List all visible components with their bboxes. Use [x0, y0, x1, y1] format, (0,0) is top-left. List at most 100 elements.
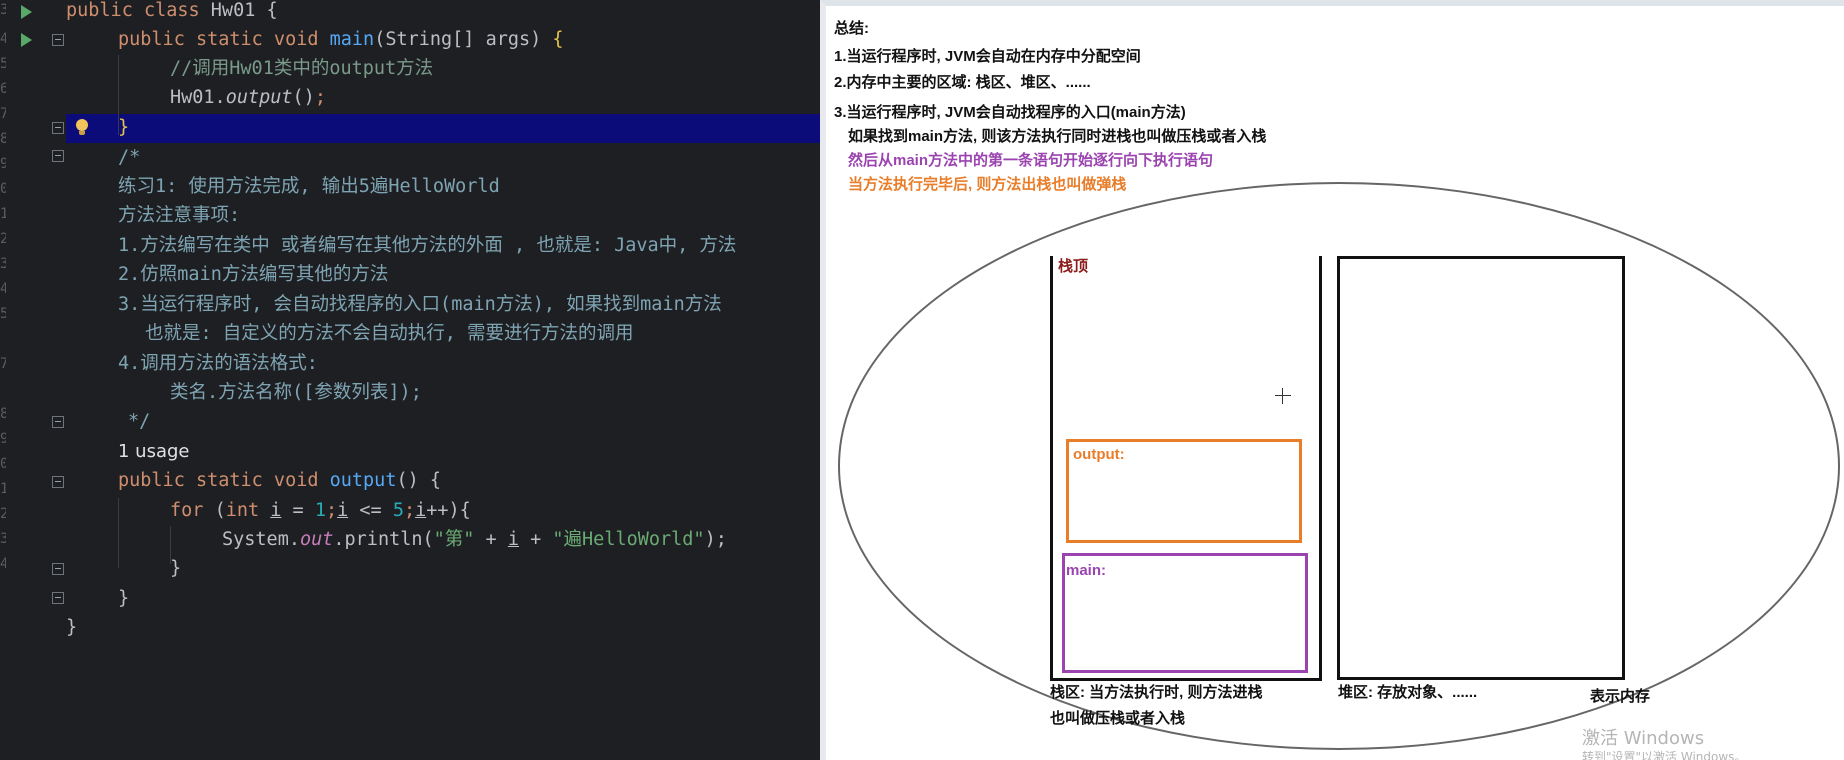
fold-icon[interactable] [52, 122, 64, 134]
code-text: = [281, 500, 315, 521]
keyword: for [170, 500, 215, 521]
fold-icon[interactable] [52, 34, 64, 46]
summary-point-3-sub-3: 当方法执行完毕后, 则方法出栈也叫做弹栈 [848, 176, 1127, 193]
code-text: <= [348, 500, 393, 521]
indent-guide [118, 498, 119, 568]
code-text: ++){ [426, 500, 471, 521]
fold-icon[interactable] [52, 416, 64, 428]
stack-frame-main: main: [1062, 553, 1308, 673]
code-text: () [292, 87, 315, 108]
stack-caption-line-2: 也叫做压栈或者入栈 [1050, 710, 1186, 727]
run-main-icon[interactable] [21, 33, 32, 47]
summary-point-3: 3.当运行程序时, JVM会自动找程序的入口(main方法) [834, 104, 1186, 121]
number: 1 [314, 500, 326, 521]
code-line: 方法注意事项: [118, 201, 240, 230]
code-line: } [118, 113, 129, 142]
code-line: } [66, 613, 77, 642]
comment: 也就是: 自定义的方法不会自动执行, 需要进行方法的调用 [145, 323, 634, 344]
keyword: int [225, 500, 271, 521]
code-line: /* [118, 143, 140, 172]
code-text: () { [396, 470, 442, 491]
semicolon: ; [403, 500, 416, 521]
code-text: + [518, 529, 553, 550]
comment: 类名.方法名称([参数列表]); [170, 382, 422, 403]
code-line: for (int i = 1;i <= 5;i++){ [170, 496, 471, 525]
summary-title: 总结: [834, 20, 869, 37]
line-number: 3 [0, 2, 6, 18]
method-name: output [329, 470, 397, 491]
string: "第" [433, 529, 475, 550]
stack-top-label: 栈顶 [1058, 258, 1089, 275]
frame-output-label: output: [1073, 446, 1125, 463]
summary-point-3-sub-1: 如果找到main方法, 则该方法执行同时进栈也叫做压栈或者入栈 [848, 128, 1267, 145]
fold-icon[interactable] [52, 476, 64, 488]
code-text: System. [222, 529, 300, 550]
brace: } [118, 117, 130, 138]
line-gutter: 3 4 5 6 7 8 9 0 1 2 3 4 5 7 8 9 0 1 2 3 … [0, 0, 66, 760]
comment: 2.仿照main方法编写其他的方法 [118, 264, 389, 285]
semicolon: ; [314, 87, 326, 108]
brace: } [118, 588, 130, 609]
code-line: 练习1: 使用方法完成, 输出5遍HelloWorld [118, 172, 500, 201]
stack-wall-right [1319, 256, 1322, 680]
code-line: public static void output() { [118, 466, 441, 495]
method-call: output [225, 87, 293, 108]
usage-hint[interactable]: 1 usage [118, 437, 190, 466]
brace: } [66, 617, 78, 638]
variable: i [507, 529, 519, 550]
summary-point-1: 1.当运行程序时, JVM会自动在内存中分配空间 [834, 48, 1141, 65]
code-line: 1.方法编写在类中 或者编写在其他方法的外面 , 也就是: Java中, 方法 [118, 231, 736, 260]
code-line: 3.当运行程序时, 会自动找程序的入口(main方法), 如果找到main方法 [118, 290, 722, 319]
run-class-icon[interactable] [21, 5, 32, 19]
code-text: .println( [333, 529, 434, 550]
comment: 1.方法编写在类中 或者编写在其他方法的外面 , 也就是: Java中, 方法 [118, 235, 737, 256]
heap-box [1337, 256, 1625, 680]
field-out: out [299, 529, 334, 550]
comment: 练习1: 使用方法完成, 输出5遍HelloWorld [118, 176, 500, 197]
code-line: } [170, 554, 181, 583]
comment: 方法注意事项: [118, 205, 241, 226]
comment: /* [118, 147, 141, 168]
code-text: Hw01. [170, 87, 226, 108]
code-text: (String[] args) [374, 29, 553, 50]
string: "遍HelloWorld" [552, 529, 705, 550]
memory-diagram-slide: 总结: 1.当运行程序时, JVM会自动在内存中分配空间 2.内存中主要的区域:… [820, 0, 1844, 760]
code-line: public static void main(String[] args) { [118, 25, 564, 54]
brace: } [170, 558, 182, 579]
comment: //调用Hw01类中的output方法 [170, 58, 434, 79]
code-text: ( [214, 500, 226, 521]
code-text: Hw01 { [210, 0, 278, 21]
code-text: ); [704, 529, 727, 550]
keyword: public static void [118, 29, 330, 50]
code-text: + [474, 529, 508, 550]
keyword: public class [66, 0, 211, 21]
code-line: } [118, 584, 129, 613]
keyword: public static void [118, 470, 330, 491]
number: 5 [392, 500, 404, 521]
code-line: 类名.方法名称([参数列表]); [170, 378, 422, 407]
line-number: 4 [0, 556, 6, 572]
code-editor[interactable]: 3 4 5 6 7 8 9 0 1 2 3 4 5 7 8 9 0 1 2 3 … [0, 0, 820, 760]
code-line: System.out.println("第" + i + "遍HelloWorl… [222, 525, 727, 554]
fold-icon[interactable] [52, 150, 64, 162]
bulb-icon[interactable] [76, 119, 88, 135]
stack-wall-left [1050, 256, 1053, 680]
line-number: 7 [0, 356, 6, 372]
frame-main-label: main: [1066, 562, 1107, 579]
code-line: //调用Hw01类中的output方法 [170, 54, 433, 83]
fold-icon[interactable] [52, 592, 64, 604]
stack-caption-line-1: 栈区: 当方法执行时, 则方法进栈 [1050, 684, 1263, 701]
fold-icon[interactable] [52, 563, 64, 575]
variable: i [415, 500, 427, 521]
current-line-highlight [66, 114, 820, 143]
code-line: public class Hw01 { [66, 0, 278, 25]
summary-point-2: 2.内存中主要的区域: 栈区、堆区、...... [834, 74, 1091, 91]
comment: */ [128, 411, 151, 432]
stack-frame-output: output: [1066, 439, 1302, 543]
code-line: */ [128, 407, 150, 436]
variable: i [270, 500, 282, 521]
method-name: main [329, 29, 375, 50]
memory-caption: 表示内存 [1590, 688, 1651, 705]
code-line: 4.调用方法的语法格式: [118, 349, 318, 378]
line-number: 5 [0, 306, 6, 322]
